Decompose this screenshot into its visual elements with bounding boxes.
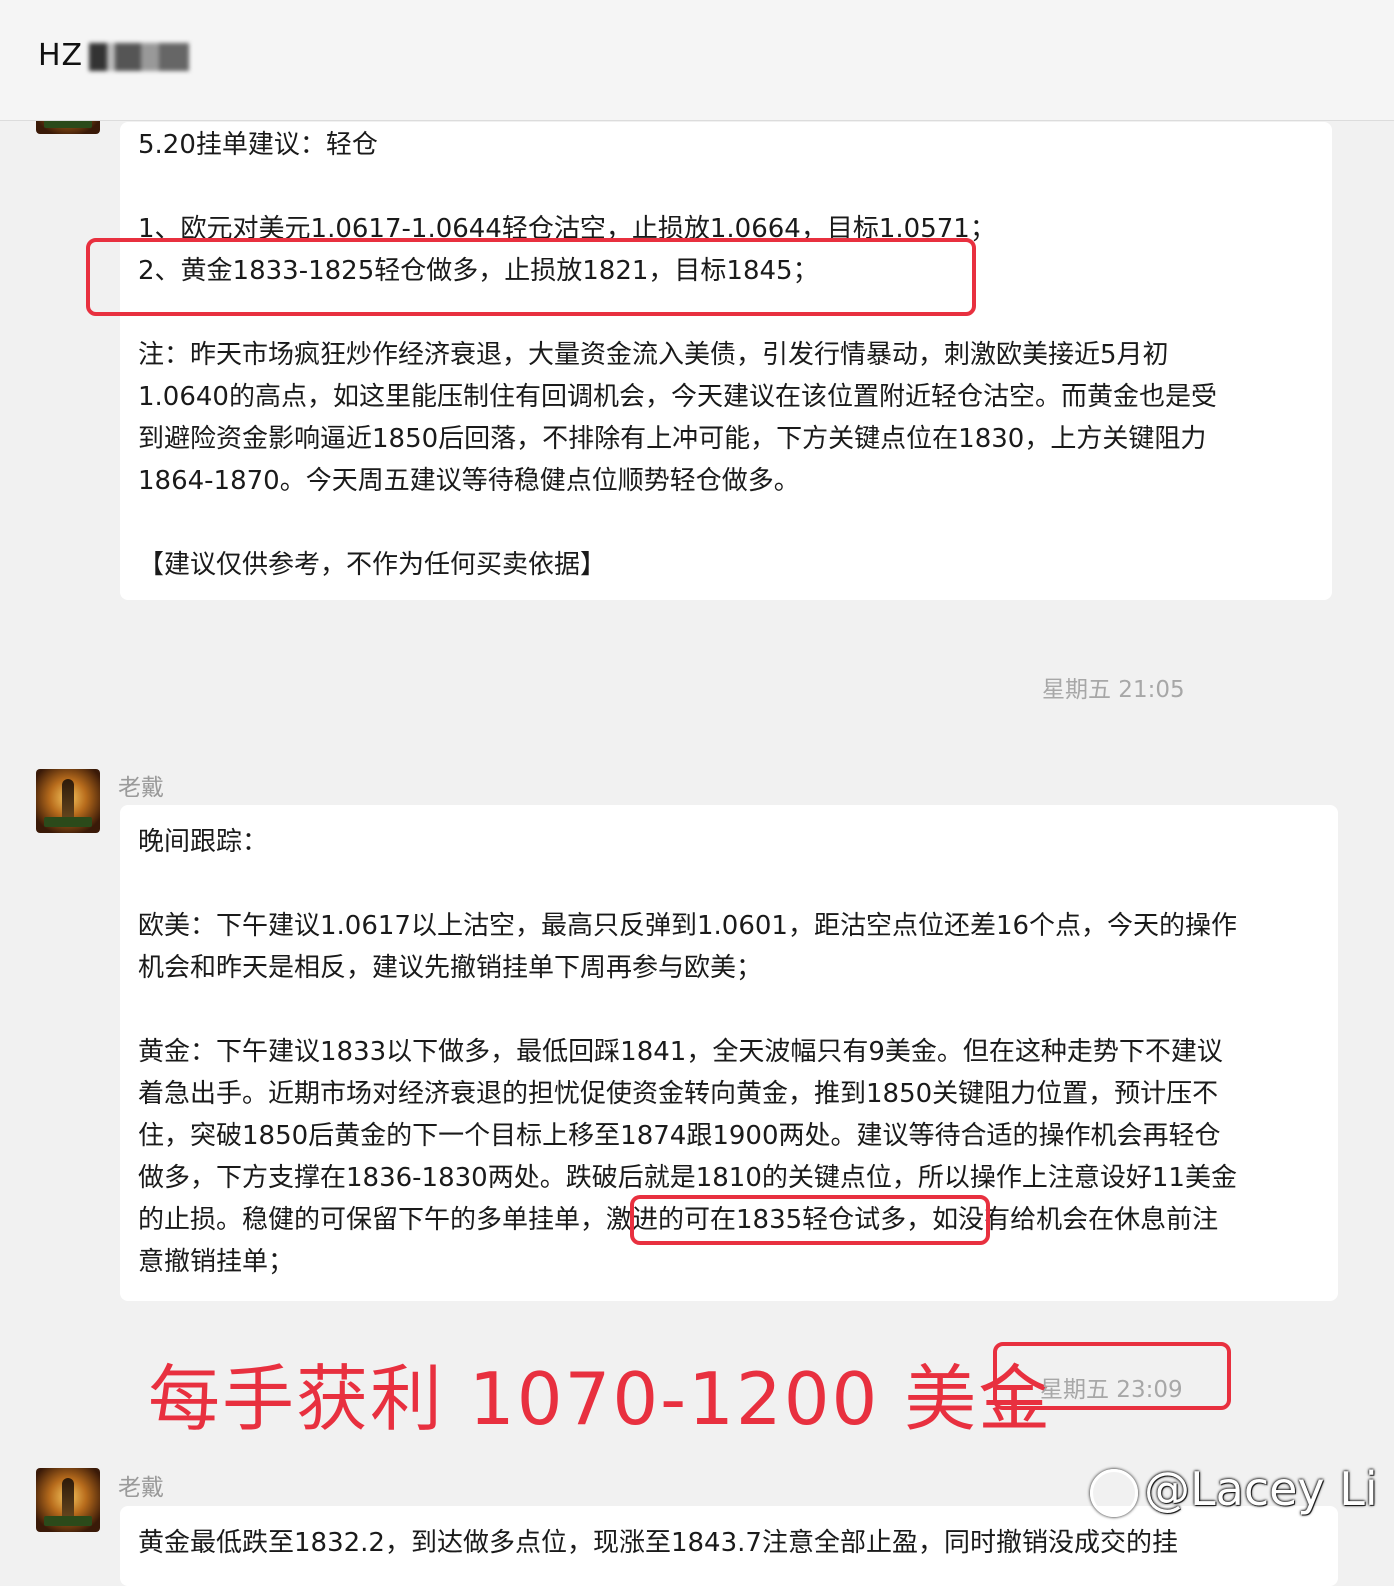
message-line: 1、欧元对美元1.0617-1.0644轻仓沽空，止损放1.0664，目标1.0… [138, 214, 996, 244]
line-spacer [138, 989, 1320, 1031]
line-spacer [138, 863, 1320, 905]
line-spacer [138, 166, 1314, 208]
message-line: 到避险资金影响逼近1850后回落，不排除有上冲可能，下方关键点位在1830，上方… [138, 424, 1207, 454]
chat-title-text: HZ [38, 38, 84, 73]
line-spacer [138, 502, 1314, 544]
avatar-base [44, 1516, 92, 1526]
sender-name: 老戴 [118, 775, 164, 801]
avatar[interactable] [36, 1468, 100, 1532]
message-line: 晚间跟踪： [138, 827, 269, 857]
message-line: 【建议仅供参考，不作为任何买卖依据】 [138, 550, 607, 580]
message-line: 黄金最低跌至1832.2，到达做多点位，现涨至1843.7注意全部止盈，同时撤销… [138, 1528, 1178, 1558]
message-line: 2、黄金1833-1825轻仓做多，止损放1821，目标1845； [138, 256, 819, 286]
message-line: 着急出手。近期市场对经济衰退的担忧促使资金转向黄金，推到1850关键阻力位置，预… [138, 1079, 1219, 1109]
watermark-text: @Lacey Li [1144, 1462, 1378, 1516]
message-line: 1.0640的高点，如这里能压制住有回调机会，今天建议在该位置附近轻仓沽空。而黄… [138, 382, 1217, 412]
watermark-logo-icon [1090, 1468, 1138, 1517]
message-timestamp: 星期五 23:09 [1040, 1377, 1183, 1403]
watermark: @Lacey Li [1090, 1462, 1378, 1517]
message-line: 做多，下方支撑在1836-1830两处。跌破后就是1810的关键点位，所以操作上… [138, 1163, 1237, 1193]
chat-title[interactable]: HZ [38, 38, 190, 73]
profit-annotation: 每手获利 1070-1200 美金 [148, 1357, 1053, 1441]
chat-header: HZ [0, 0, 1394, 121]
avatar-base [44, 817, 92, 827]
message-timestamp: 星期五 21:05 [1042, 677, 1185, 703]
message-line: 5.20挂单建议：轻仓 [138, 130, 378, 160]
message-bubble[interactable]: 黄金最低跌至1832.2，到达做多点位，现涨至1843.7注意全部止盈，同时撤销… [120, 1506, 1338, 1586]
message-line: 机会和昨天是相反，建议先撤销挂单下周再参与欧美； [138, 953, 763, 983]
redacted-name [89, 42, 190, 71]
message-line: 黄金：下午建议1833以下做多，最低回踩1841，全天波幅只有9美金。但在这种走… [138, 1037, 1223, 1067]
message-line: 欧美：下午建议1.0617以上沽空，最高只反弹到1.0601，距沽空点位还差16… [138, 911, 1238, 941]
message-bubble[interactable]: 晚间跟踪： 欧美：下午建议1.0617以上沽空，最高只反弹到1.0601，距沽空… [120, 805, 1338, 1301]
message-line: 1864-1870。今天周五建议等待稳健点位顺势轻仓做多。 [138, 466, 800, 496]
message-bubble[interactable]: 5.20挂单建议：轻仓 1、欧元对美元1.0617-1.0644轻仓沽空，止损放… [120, 122, 1332, 600]
line-spacer [138, 292, 1314, 334]
avatar[interactable] [36, 769, 100, 833]
sender-name: 老戴 [118, 1475, 164, 1501]
message-line: 住，突破1850后黄金的下一个目标上移至1874跟1900两处。建议等待合适的操… [138, 1121, 1221, 1151]
message-line: 意撤销挂单； [138, 1247, 295, 1277]
message-line: 注：昨天市场疯狂炒作经济衰退，大量资金流入美债，引发行情暴动，刺激欧美接近5月初 [138, 340, 1169, 370]
message-line: 的止损。稳健的可保留下午的多单挂单，激进的可在1835轻仓试多，如没有给机会在休… [138, 1205, 1219, 1235]
